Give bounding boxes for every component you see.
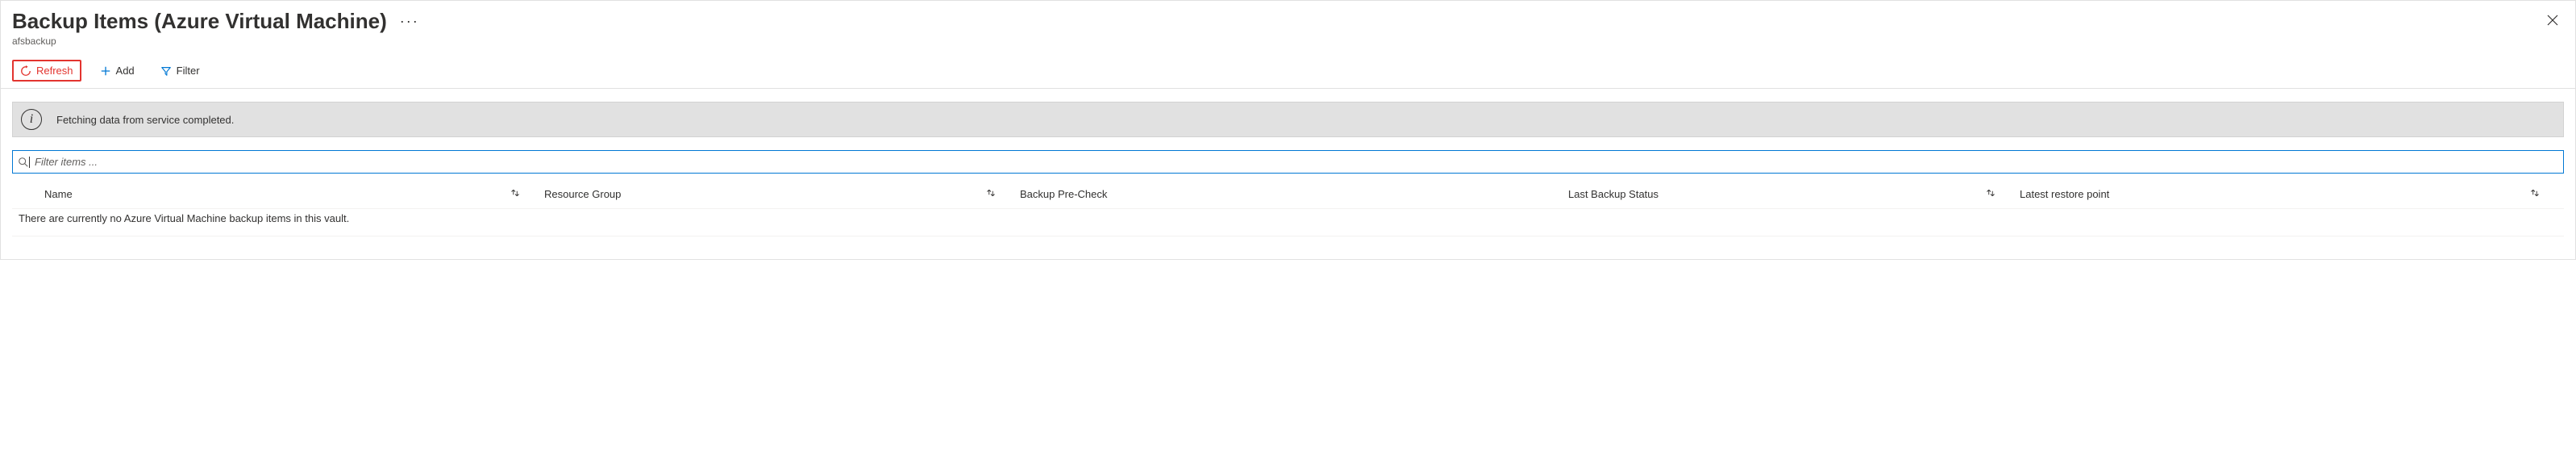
backup-items-blade: Backup Items (Azure Virtual Machine) ···… [0, 0, 2576, 260]
column-pre-check[interactable]: Backup Pre-Check [1020, 188, 1568, 200]
toolbar: Refresh Add Filter [1, 55, 2575, 89]
filter-button[interactable]: Filter [153, 61, 207, 81]
refresh-button[interactable]: Refresh [12, 60, 81, 82]
info-bar: i Fetching data from service completed. [12, 102, 2564, 137]
column-name[interactable]: Name [44, 188, 544, 200]
add-label: Add [116, 65, 135, 77]
blade-header: Backup Items (Azure Virtual Machine) ··· [12, 9, 2564, 34]
column-resource-group[interactable]: Resource Group [544, 188, 1020, 200]
filter-input[interactable] [31, 154, 2558, 170]
text-cursor [29, 157, 30, 168]
add-button[interactable]: Add [93, 61, 142, 81]
info-message: Fetching data from service completed. [56, 114, 234, 126]
more-button[interactable]: ··· [400, 13, 419, 30]
sort-icon[interactable] [986, 188, 1020, 200]
filter-input-wrap[interactable] [12, 150, 2564, 174]
table-header: Name Resource Group Backup Pre-Check Las… [12, 183, 2564, 208]
close-icon [2546, 14, 2559, 27]
empty-message: There are currently no Azure Virtual Mac… [12, 208, 2564, 236]
filter-label: Filter [177, 65, 200, 77]
sort-icon[interactable] [1986, 188, 2020, 200]
filter-icon [160, 65, 172, 77]
plus-icon [100, 65, 111, 77]
sort-icon[interactable] [510, 188, 544, 200]
subtitle: afsbackup [12, 36, 2564, 47]
column-last-backup[interactable]: Last Backup Status [1568, 188, 2020, 200]
refresh-label: Refresh [36, 65, 73, 77]
sort-icon[interactable] [2530, 188, 2564, 200]
column-restore-point[interactable]: Latest restore point [2020, 188, 2564, 200]
page-title: Backup Items (Azure Virtual Machine) [12, 9, 387, 34]
close-button[interactable] [2546, 14, 2559, 27]
refresh-icon [20, 65, 31, 77]
search-icon [18, 157, 29, 168]
info-icon: i [21, 109, 42, 130]
